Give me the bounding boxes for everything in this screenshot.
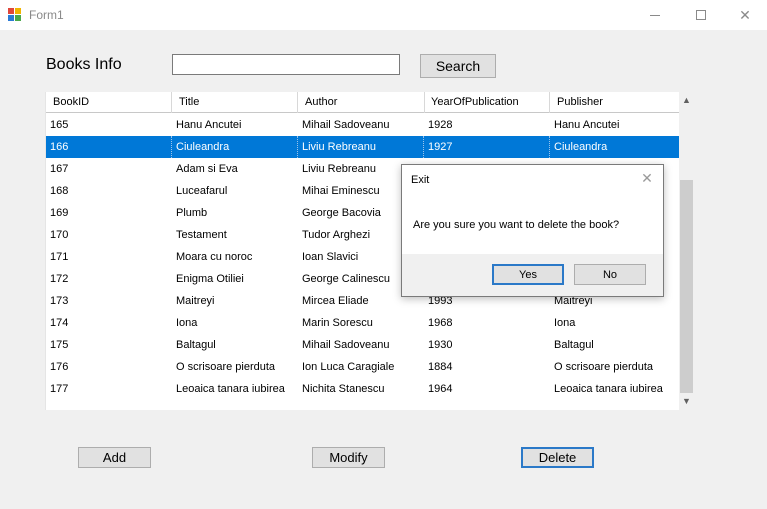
- maximize-icon: [696, 10, 706, 20]
- table-cell[interactable]: Baltagul: [172, 334, 298, 356]
- table-cell[interactable]: Baltagul: [550, 334, 679, 356]
- add-button[interactable]: Add: [78, 447, 151, 468]
- table-cell[interactable]: 170: [46, 224, 172, 246]
- table-cell[interactable]: Luceafarul: [172, 180, 298, 202]
- table-cell[interactable]: Mihail Sadoveanu: [298, 114, 424, 136]
- table-cell[interactable]: 167: [46, 158, 172, 180]
- table-cell[interactable]: Leoaica tanara iubirea: [172, 378, 298, 400]
- yes-button[interactable]: Yes: [492, 264, 564, 285]
- table-cell[interactable]: 171: [46, 246, 172, 268]
- confirm-dialog: Exit ✕ Are you sure you want to delete t…: [401, 164, 664, 297]
- table-cell[interactable]: Leoaica tanara iubirea: [550, 378, 679, 400]
- table-row[interactable]: 174 Iona Marin Sorescu 1968 Iona: [46, 312, 679, 334]
- table-cell[interactable]: Hanu Ancutei: [172, 114, 298, 136]
- table-cell[interactable]: Moara cu noroc: [172, 246, 298, 268]
- column-header-publisher[interactable]: Publisher: [550, 92, 679, 113]
- table-row[interactable]: 177 Leoaica tanara iubirea Nichita Stanesc…: [46, 378, 679, 400]
- column-header-year[interactable]: YearOfPublication: [424, 92, 550, 113]
- table-cell[interactable]: 176: [46, 356, 172, 378]
- table-cell[interactable]: 174: [46, 312, 172, 334]
- maximize-button[interactable]: [678, 0, 724, 30]
- table-cell[interactable]: Adam si Eva: [172, 158, 298, 180]
- column-header-title[interactable]: Title: [172, 92, 298, 113]
- table-cell[interactable]: Plumb: [172, 202, 298, 224]
- close-icon: ✕: [739, 6, 751, 23]
- scroll-thumb[interactable]: [680, 180, 693, 393]
- search-button[interactable]: Search: [420, 54, 496, 78]
- table-cell[interactable]: Iona: [172, 312, 298, 334]
- table-cell[interactable]: 1964: [424, 378, 550, 400]
- title-bar: Form1 ✕: [0, 0, 767, 30]
- table-cell[interactable]: Ciuleandra: [172, 136, 298, 158]
- table-cell[interactable]: Liviu Rebreanu: [298, 136, 424, 158]
- dialog-message: Are you sure you want to delete the book…: [413, 219, 620, 231]
- dialog-close-icon[interactable]: ✕: [640, 171, 654, 185]
- grid-header: BookID Title Author YearOfPublication Pu…: [46, 92, 679, 113]
- books-info-label: Books Info: [46, 56, 122, 73]
- table-cell[interactable]: Ciuleandra: [550, 136, 679, 158]
- table-cell[interactable]: 175: [46, 334, 172, 356]
- table-cell[interactable]: 166: [46, 136, 172, 158]
- table-row[interactable]: 165 Hanu Ancutei Mihail Sadoveanu 1928 Hanu …: [46, 114, 679, 136]
- column-header-author[interactable]: Author: [298, 92, 425, 113]
- table-cell[interactable]: Nichita Stanescu: [298, 378, 424, 400]
- table-cell[interactable]: O scrisoare pierduta: [172, 356, 298, 378]
- table-row[interactable]: 175 Baltagul Mihail Sadoveanu 1930 Baltagul: [46, 334, 679, 356]
- table-cell[interactable]: 172: [46, 268, 172, 290]
- table-cell[interactable]: 168: [46, 180, 172, 202]
- table-cell[interactable]: 177: [46, 378, 172, 400]
- grid-vertical-scrollbar[interactable]: ▲ ▼: [679, 92, 694, 410]
- table-cell[interactable]: Iona: [550, 312, 679, 334]
- dialog-footer: Yes No: [402, 254, 663, 296]
- window-title: Form1: [29, 8, 64, 22]
- table-cell[interactable]: 169: [46, 202, 172, 224]
- minimize-icon: [650, 14, 660, 16]
- table-cell[interactable]: 1884: [424, 356, 550, 378]
- modify-button[interactable]: Modify: [312, 447, 385, 468]
- table-cell[interactable]: Marin Sorescu: [298, 312, 424, 334]
- scroll-down-icon[interactable]: ▼: [679, 393, 694, 408]
- close-button[interactable]: ✕: [722, 0, 767, 30]
- table-cell[interactable]: Mihail Sadoveanu: [298, 334, 424, 356]
- table-cell[interactable]: 173: [46, 290, 172, 312]
- scroll-up-icon[interactable]: ▲: [679, 92, 694, 107]
- column-header-bookid[interactable]: BookID: [46, 92, 172, 113]
- table-cell[interactable]: Enigma Otiliei: [172, 268, 298, 290]
- table-cell[interactable]: 1927: [424, 136, 550, 158]
- table-cell[interactable]: Hanu Ancutei: [550, 114, 679, 136]
- table-cell[interactable]: Testament: [172, 224, 298, 246]
- table-cell[interactable]: 1930: [424, 334, 550, 356]
- table-cell[interactable]: 1928: [424, 114, 550, 136]
- dialog-title: Exit: [411, 174, 430, 186]
- no-button[interactable]: No: [574, 264, 646, 285]
- table-cell[interactable]: Ion Luca Caragiale: [298, 356, 424, 378]
- table-cell[interactable]: O scrisoare pierduta: [550, 356, 679, 378]
- app-icon: [8, 8, 21, 21]
- minimize-button[interactable]: [632, 0, 678, 30]
- table-row[interactable]: 166 Ciuleandra Liviu Rebreanu 1927 Ciuleandr…: [46, 136, 679, 158]
- table-row[interactable]: 176 O scrisoare pierduta Ion Luca Caragial…: [46, 356, 679, 378]
- table-cell[interactable]: 165: [46, 114, 172, 136]
- delete-button[interactable]: Delete: [521, 447, 594, 468]
- search-input[interactable]: [172, 54, 400, 75]
- table-cell[interactable]: Maitreyi: [172, 290, 298, 312]
- table-cell[interactable]: 1968: [424, 312, 550, 334]
